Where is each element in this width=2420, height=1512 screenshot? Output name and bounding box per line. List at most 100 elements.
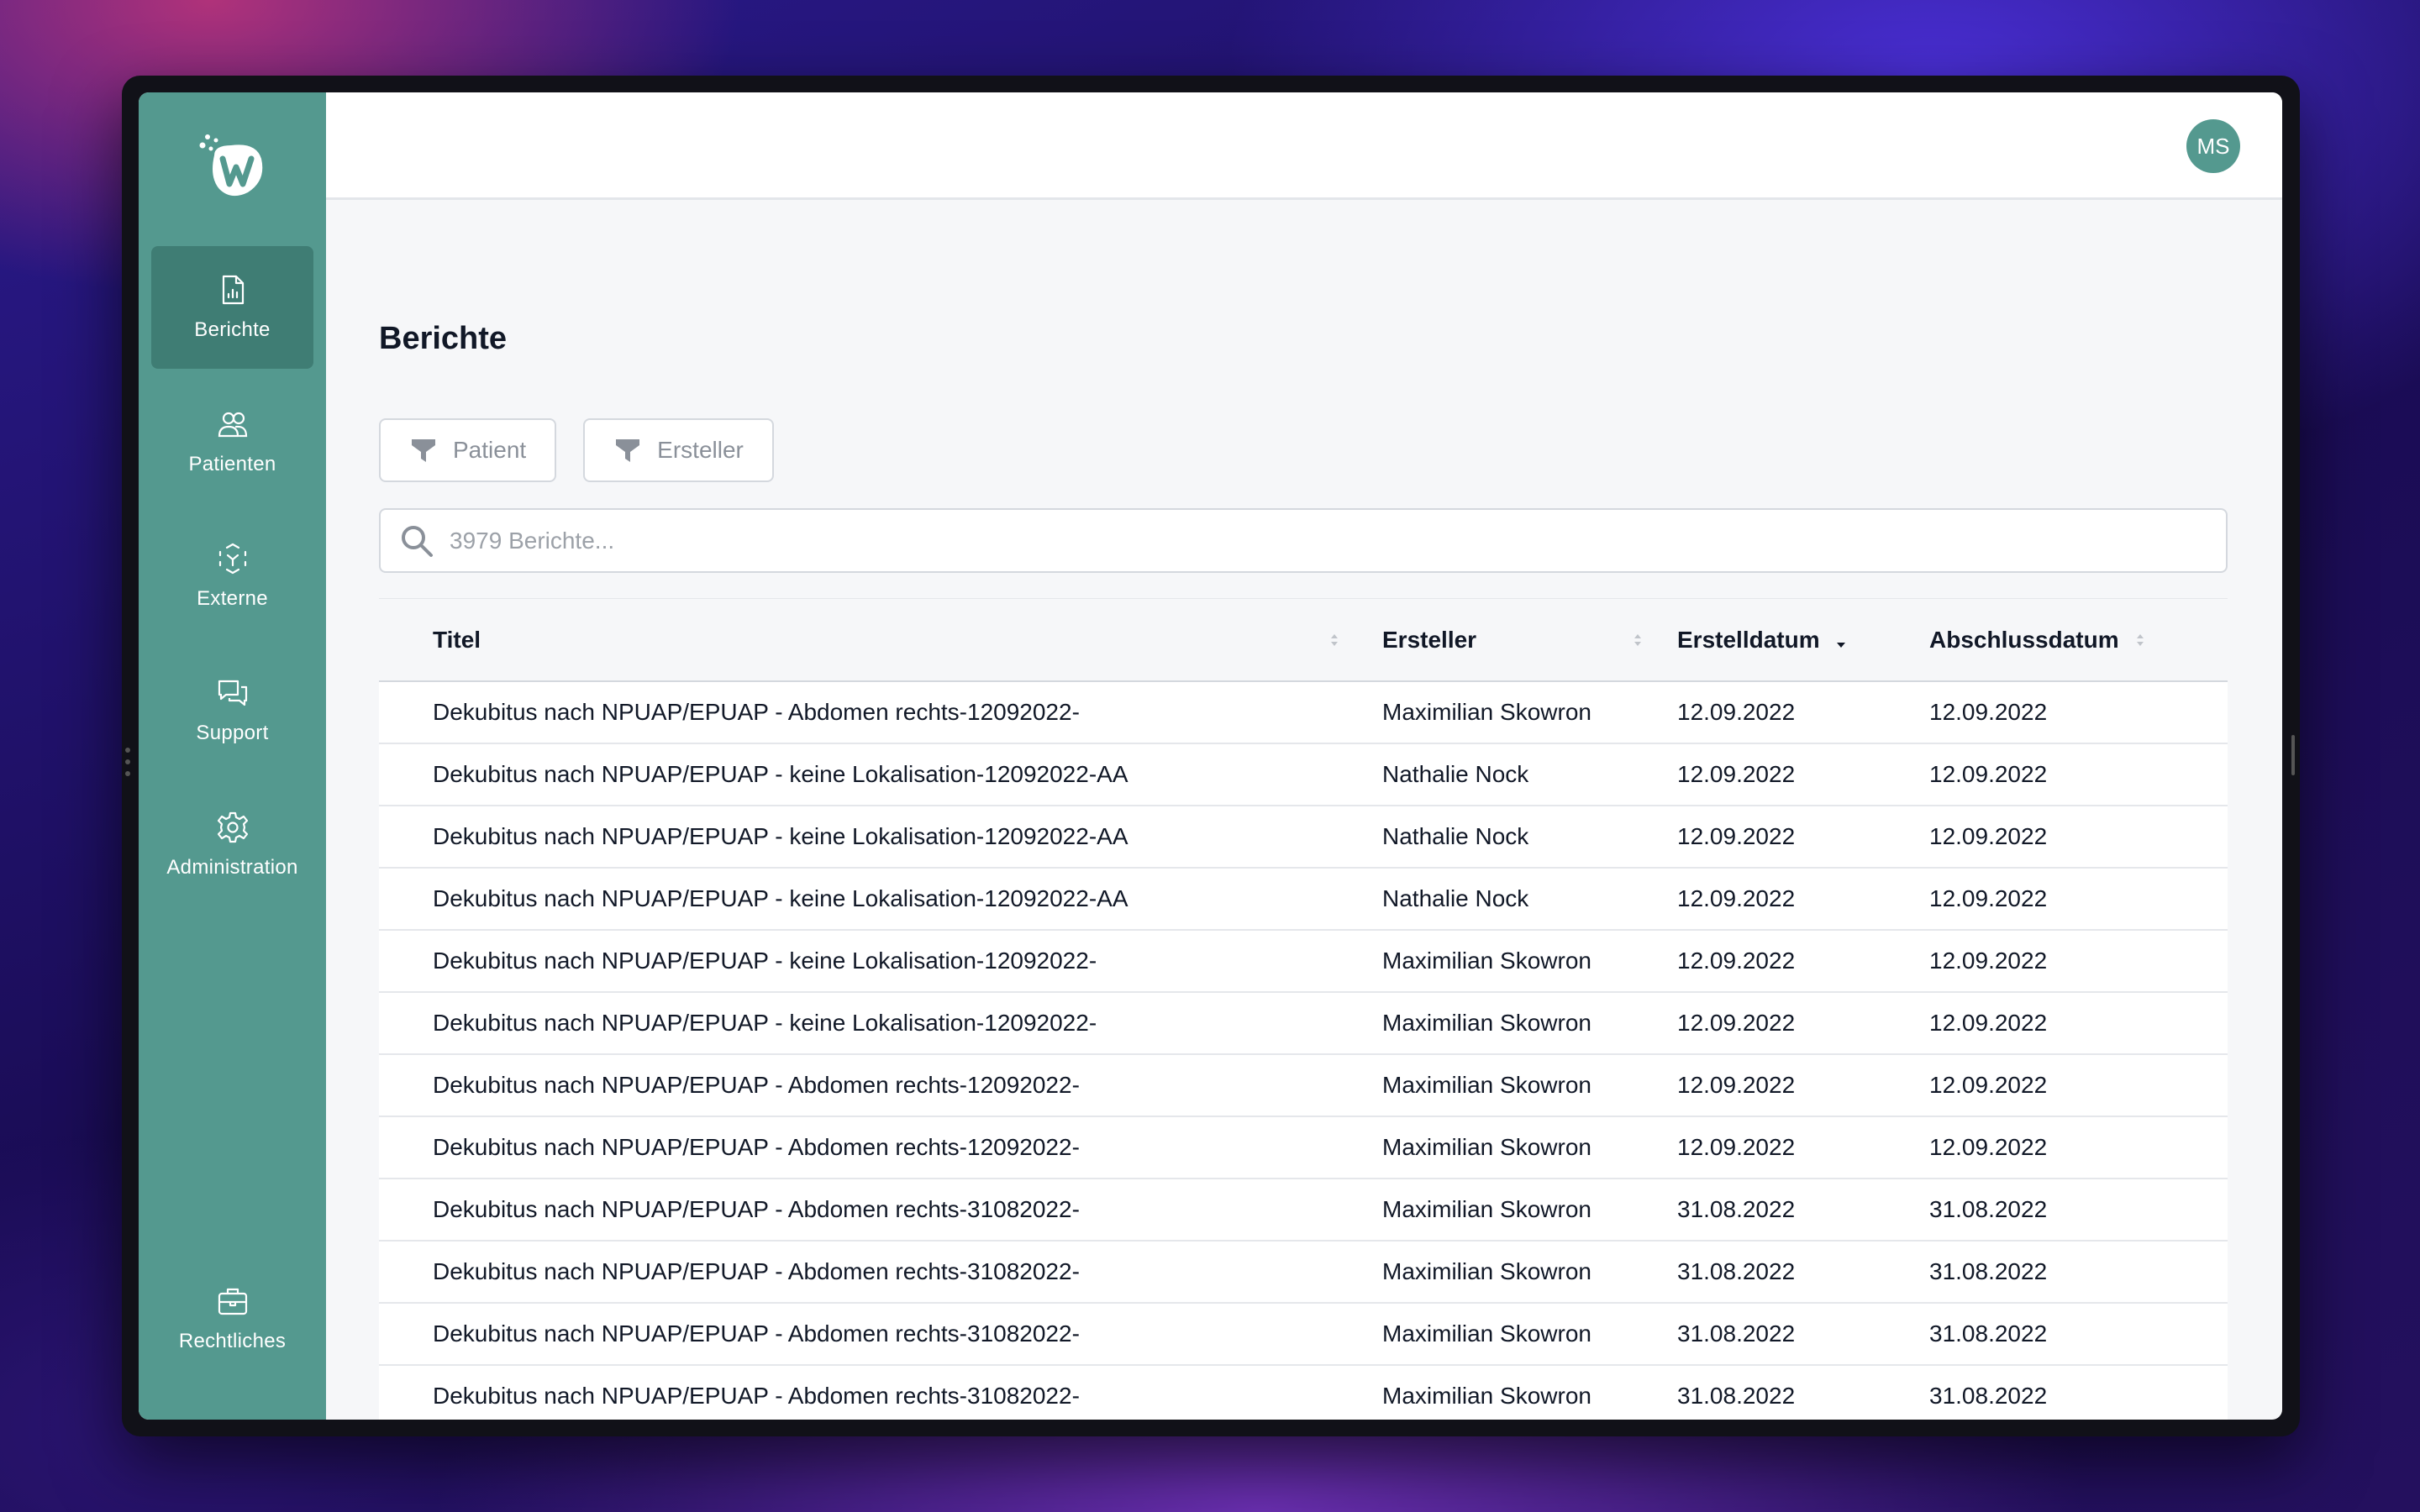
table-row[interactable]: Dekubitus nach NPUAP/EPUAP - Abdomen rec… — [379, 1055, 2228, 1117]
filter-bar: Patient Ersteller — [379, 418, 774, 482]
cell-ersteller: Maximilian Skowron — [1382, 1010, 1591, 1036]
sidebar-item-label: Patienten — [188, 453, 276, 475]
cell-abschlussdatum: 12.09.2022 — [1929, 1072, 2048, 1098]
users-icon — [218, 412, 247, 438]
cell-erstelldatum: 12.09.2022 — [1677, 761, 1796, 787]
table-row[interactable]: Dekubitus nach NPUAP/EPUAP - keine Lokal… — [379, 931, 2228, 993]
main-content: MS Berichte Patient Ersteller Titel — [326, 92, 2282, 1420]
column-header-erstelldatum[interactable]: Erstelldatum — [1677, 627, 1929, 654]
app-logo — [199, 134, 263, 197]
search-box[interactable] — [379, 508, 2228, 573]
table-row[interactable]: Dekubitus nach NPUAP/EPUAP - Abdomen rec… — [379, 1304, 2228, 1366]
table-row[interactable]: Dekubitus nach NPUAP/EPUAP - Abdomen rec… — [379, 682, 2228, 744]
cell-abschlussdatum: 31.08.2022 — [1929, 1383, 2048, 1409]
cell-titel: Dekubitus nach NPUAP/EPUAP - Abdomen rec… — [433, 1196, 1080, 1222]
table-row[interactable]: Dekubitus nach NPUAP/EPUAP - keine Lokal… — [379, 806, 2228, 869]
briefcase-icon — [218, 1288, 247, 1315]
filter-ersteller-button[interactable]: Ersteller — [583, 418, 774, 482]
sidebar-item-externe[interactable]: Externe — [151, 515, 313, 638]
cell-titel: Dekubitus nach NPUAP/EPUAP - Abdomen rec… — [433, 1383, 1080, 1409]
cell-ersteller: Nathalie Nock — [1382, 823, 1529, 849]
cell-ersteller: Maximilian Skowron — [1382, 1072, 1591, 1098]
table-header: Titel Ersteller Erstelldatum Abschlussda… — [379, 598, 2228, 682]
cell-erstelldatum: 12.09.2022 — [1677, 823, 1796, 849]
sort-icon — [2136, 633, 2144, 646]
sidebar-item-label: Administration — [166, 856, 298, 879]
filter-icon — [616, 439, 640, 462]
sidebar: Berichte Patienten Externe Support Admin… — [139, 92, 326, 1420]
cell-erstelldatum: 12.09.2022 — [1677, 885, 1796, 911]
cell-titel: Dekubitus nach NPUAP/EPUAP - keine Lokal… — [433, 1010, 1097, 1036]
cell-abschlussdatum: 12.09.2022 — [1929, 1010, 2048, 1036]
cell-erstelldatum: 12.09.2022 — [1677, 1010, 1796, 1036]
table-body: Dekubitus nach NPUAP/EPUAP - Abdomen rec… — [379, 682, 2228, 1420]
cell-abschlussdatum: 31.08.2022 — [1929, 1196, 2048, 1222]
cell-erstelldatum: 12.09.2022 — [1677, 948, 1796, 974]
cell-ersteller: Maximilian Skowron — [1382, 699, 1591, 725]
cell-ersteller: Maximilian Skowron — [1382, 1258, 1591, 1284]
sidebar-item-berichte[interactable]: Berichte — [151, 246, 313, 369]
sidebar-item-rechtliches[interactable]: Rechtliches — [151, 1257, 313, 1380]
gear-icon — [217, 811, 248, 843]
table-row[interactable]: Dekubitus nach NPUAP/EPUAP - keine Lokal… — [379, 869, 2228, 931]
cell-ersteller: Maximilian Skowron — [1382, 1320, 1591, 1347]
cell-erstelldatum: 12.09.2022 — [1677, 1134, 1796, 1160]
cell-ersteller: Maximilian Skowron — [1382, 1134, 1591, 1160]
cell-titel: Dekubitus nach NPUAP/EPUAP - Abdomen rec… — [433, 1072, 1080, 1098]
sidebar-item-label: Berichte — [194, 318, 271, 341]
cell-ersteller: Nathalie Nock — [1382, 761, 1529, 787]
page-title: Berichte — [379, 321, 508, 356]
externe-icon — [218, 543, 246, 575]
sort-icon — [1331, 633, 1338, 646]
cell-ersteller: Maximilian Skowron — [1382, 948, 1591, 974]
app-window: Berichte Patienten Externe Support Admin… — [139, 92, 2282, 1420]
cell-abschlussdatum: 31.08.2022 — [1929, 1258, 2048, 1284]
reports-table: Titel Ersteller Erstelldatum Abschlussda… — [379, 598, 2228, 1420]
cell-titel: Dekubitus nach NPUAP/EPUAP - keine Lokal… — [433, 948, 1097, 974]
cell-erstelldatum: 31.08.2022 — [1677, 1320, 1796, 1347]
top-bar: MS — [326, 92, 2282, 200]
frame-handle-dots — [125, 748, 130, 783]
table-row[interactable]: Dekubitus nach NPUAP/EPUAP - Abdomen rec… — [379, 1242, 2228, 1304]
search-icon — [402, 525, 433, 557]
cell-erstelldatum: 12.09.2022 — [1677, 699, 1796, 725]
filter-patient-label: Patient — [453, 437, 527, 463]
cell-abschlussdatum: 12.09.2022 — [1929, 885, 2048, 911]
cell-titel: Dekubitus nach NPUAP/EPUAP - keine Lokal… — [433, 761, 1128, 787]
cell-erstelldatum: 31.08.2022 — [1677, 1258, 1796, 1284]
cell-ersteller: Maximilian Skowron — [1382, 1196, 1591, 1222]
cell-titel: Dekubitus nach NPUAP/EPUAP - keine Lokal… — [433, 823, 1128, 849]
table-row[interactable]: Dekubitus nach NPUAP/EPUAP - Abdomen rec… — [379, 1366, 2228, 1420]
frame-handle-bar — [2291, 735, 2295, 775]
cell-erstelldatum: 12.09.2022 — [1677, 1072, 1796, 1098]
filter-patient-button[interactable]: Patient — [379, 418, 557, 482]
cell-titel: Dekubitus nach NPUAP/EPUAP - Abdomen rec… — [433, 1258, 1080, 1284]
cell-abschlussdatum: 12.09.2022 — [1929, 823, 2048, 849]
cell-abschlussdatum: 12.09.2022 — [1929, 1134, 2048, 1160]
cell-titel: Dekubitus nach NPUAP/EPUAP - keine Lokal… — [433, 885, 1128, 911]
cell-ersteller: Maximilian Skowron — [1382, 1383, 1591, 1409]
sidebar-item-patienten[interactable]: Patienten — [151, 381, 313, 503]
sidebar-item-label: Support — [196, 722, 269, 744]
table-row[interactable]: Dekubitus nach NPUAP/EPUAP - Abdomen rec… — [379, 1117, 2228, 1179]
sidebar-item-administration[interactable]: Administration — [151, 784, 313, 906]
table-row[interactable]: Dekubitus nach NPUAP/EPUAP - keine Lokal… — [379, 993, 2228, 1055]
cell-titel: Dekubitus nach NPUAP/EPUAP - Abdomen rec… — [433, 1320, 1080, 1347]
table-row[interactable]: Dekubitus nach NPUAP/EPUAP - Abdomen rec… — [379, 1179, 2228, 1242]
sidebar-item-support[interactable]: Support — [151, 649, 313, 772]
cell-abschlussdatum: 12.09.2022 — [1929, 761, 2048, 787]
report-icon — [222, 275, 244, 305]
chat-icon — [218, 680, 247, 706]
cell-ersteller: Nathalie Nock — [1382, 885, 1529, 911]
user-avatar[interactable]: MS — [2186, 119, 2240, 173]
cell-erstelldatum: 31.08.2022 — [1677, 1383, 1796, 1409]
column-header-abschlussdatum[interactable]: Abschlussdatum — [1929, 627, 2228, 654]
search-input[interactable] — [450, 527, 2226, 554]
cell-titel: Dekubitus nach NPUAP/EPUAP - Abdomen rec… — [433, 1134, 1080, 1160]
table-row[interactable]: Dekubitus nach NPUAP/EPUAP - keine Lokal… — [379, 744, 2228, 806]
column-header-titel[interactable]: Titel — [379, 627, 1382, 654]
sidebar-item-label: Externe — [197, 587, 268, 610]
cell-titel: Dekubitus nach NPUAP/EPUAP - Abdomen rec… — [433, 699, 1080, 725]
sidebar-item-label: Rechtliches — [178, 1330, 287, 1352]
column-header-ersteller[interactable]: Ersteller — [1382, 627, 1677, 654]
